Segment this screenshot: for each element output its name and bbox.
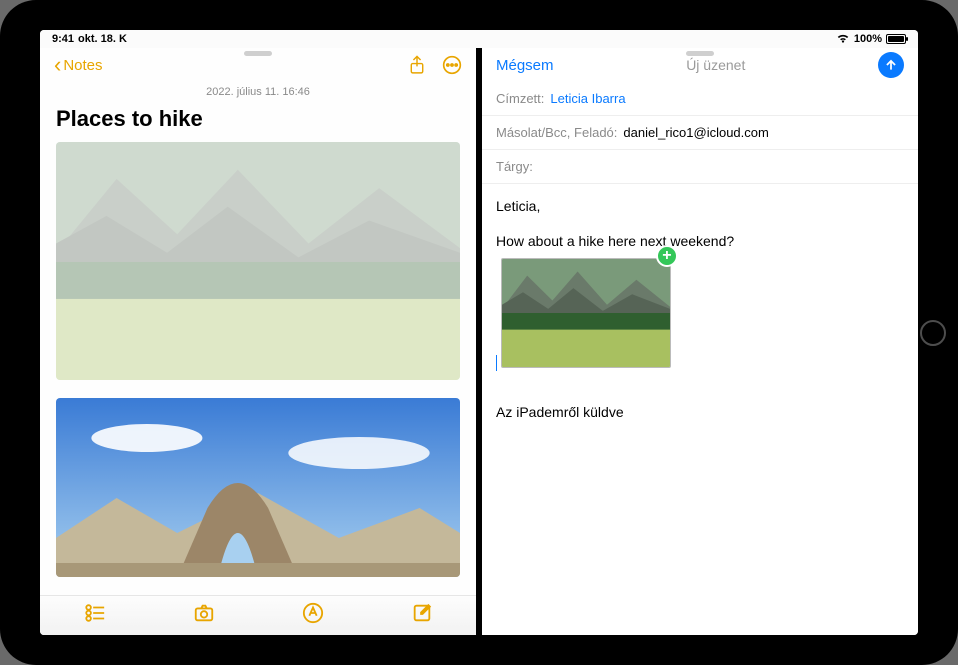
mail-app: Mégsem Új üzenet Címzett: Leticia Ibarra…	[482, 48, 918, 635]
mail-window-title: Új üzenet	[686, 57, 745, 73]
send-button[interactable]	[878, 52, 904, 78]
status-date: okt. 18. K	[78, 33, 127, 45]
note-title: Places to hike	[56, 106, 460, 132]
multitask-pill-icon[interactable]	[686, 51, 714, 56]
screen: 9:41 okt. 18. K 100% ‹ Notes	[40, 30, 918, 635]
back-label: Notes	[63, 57, 102, 74]
wifi-icon	[836, 32, 850, 47]
compose-icon[interactable]	[411, 602, 433, 629]
cc-label: Másolat/Bcc, Feladó:	[496, 125, 617, 140]
ipad-frame: 9:41 okt. 18. K 100% ‹ Notes	[0, 0, 958, 665]
status-time: 9:41	[52, 33, 74, 45]
mail-body-greeting: Leticia,	[496, 196, 904, 217]
dragged-photo[interactable]	[501, 258, 671, 368]
note-photo-1[interactable]	[56, 142, 460, 380]
back-button[interactable]: ‹ Notes	[54, 57, 103, 74]
text-cursor	[496, 355, 497, 371]
camera-icon[interactable]	[193, 602, 215, 629]
note-photo-2[interactable]	[56, 398, 460, 577]
split-view: ‹ Notes	[40, 48, 918, 635]
note-content[interactable]: 2022. július 11. 16:46 Places to hike	[40, 82, 476, 595]
cc-value: daniel_rico1@icloud.com	[623, 125, 768, 140]
battery-icon	[886, 34, 906, 44]
mail-signature: Az iPademről küldve	[496, 402, 904, 423]
mail-fields: Címzett: Leticia Ibarra Másolat/Bcc, Fel…	[482, 82, 918, 184]
notes-toolbar	[40, 595, 476, 635]
mail-body-line: How about a hike here next weekend?	[496, 231, 904, 252]
ellipsis-circle-icon[interactable]	[442, 55, 462, 75]
battery-percent: 100%	[854, 33, 882, 45]
plus-circle-icon: +	[656, 245, 678, 267]
home-button[interactable]	[920, 320, 946, 346]
to-label: Címzett:	[496, 91, 544, 106]
markup-circle-icon[interactable]	[302, 602, 324, 629]
cc-field[interactable]: Másolat/Bcc, Feladó: daniel_rico1@icloud…	[482, 116, 918, 150]
notes-app: ‹ Notes	[40, 48, 476, 635]
mail-body[interactable]: Leticia, How about a hike here next week…	[482, 184, 918, 435]
status-bar: 9:41 okt. 18. K 100%	[40, 30, 918, 48]
subject-label: Tárgy:	[496, 159, 533, 174]
subject-field[interactable]: Tárgy:	[482, 150, 918, 184]
share-icon[interactable]	[408, 55, 426, 75]
cancel-button[interactable]: Mégsem	[496, 57, 554, 74]
note-date: 2022. július 11. 16:46	[56, 86, 460, 98]
to-field[interactable]: Címzett: Leticia Ibarra	[482, 82, 918, 116]
multitask-pill-icon[interactable]	[244, 51, 272, 56]
checklist-icon[interactable]	[84, 602, 106, 629]
to-value: Leticia Ibarra	[550, 91, 625, 106]
